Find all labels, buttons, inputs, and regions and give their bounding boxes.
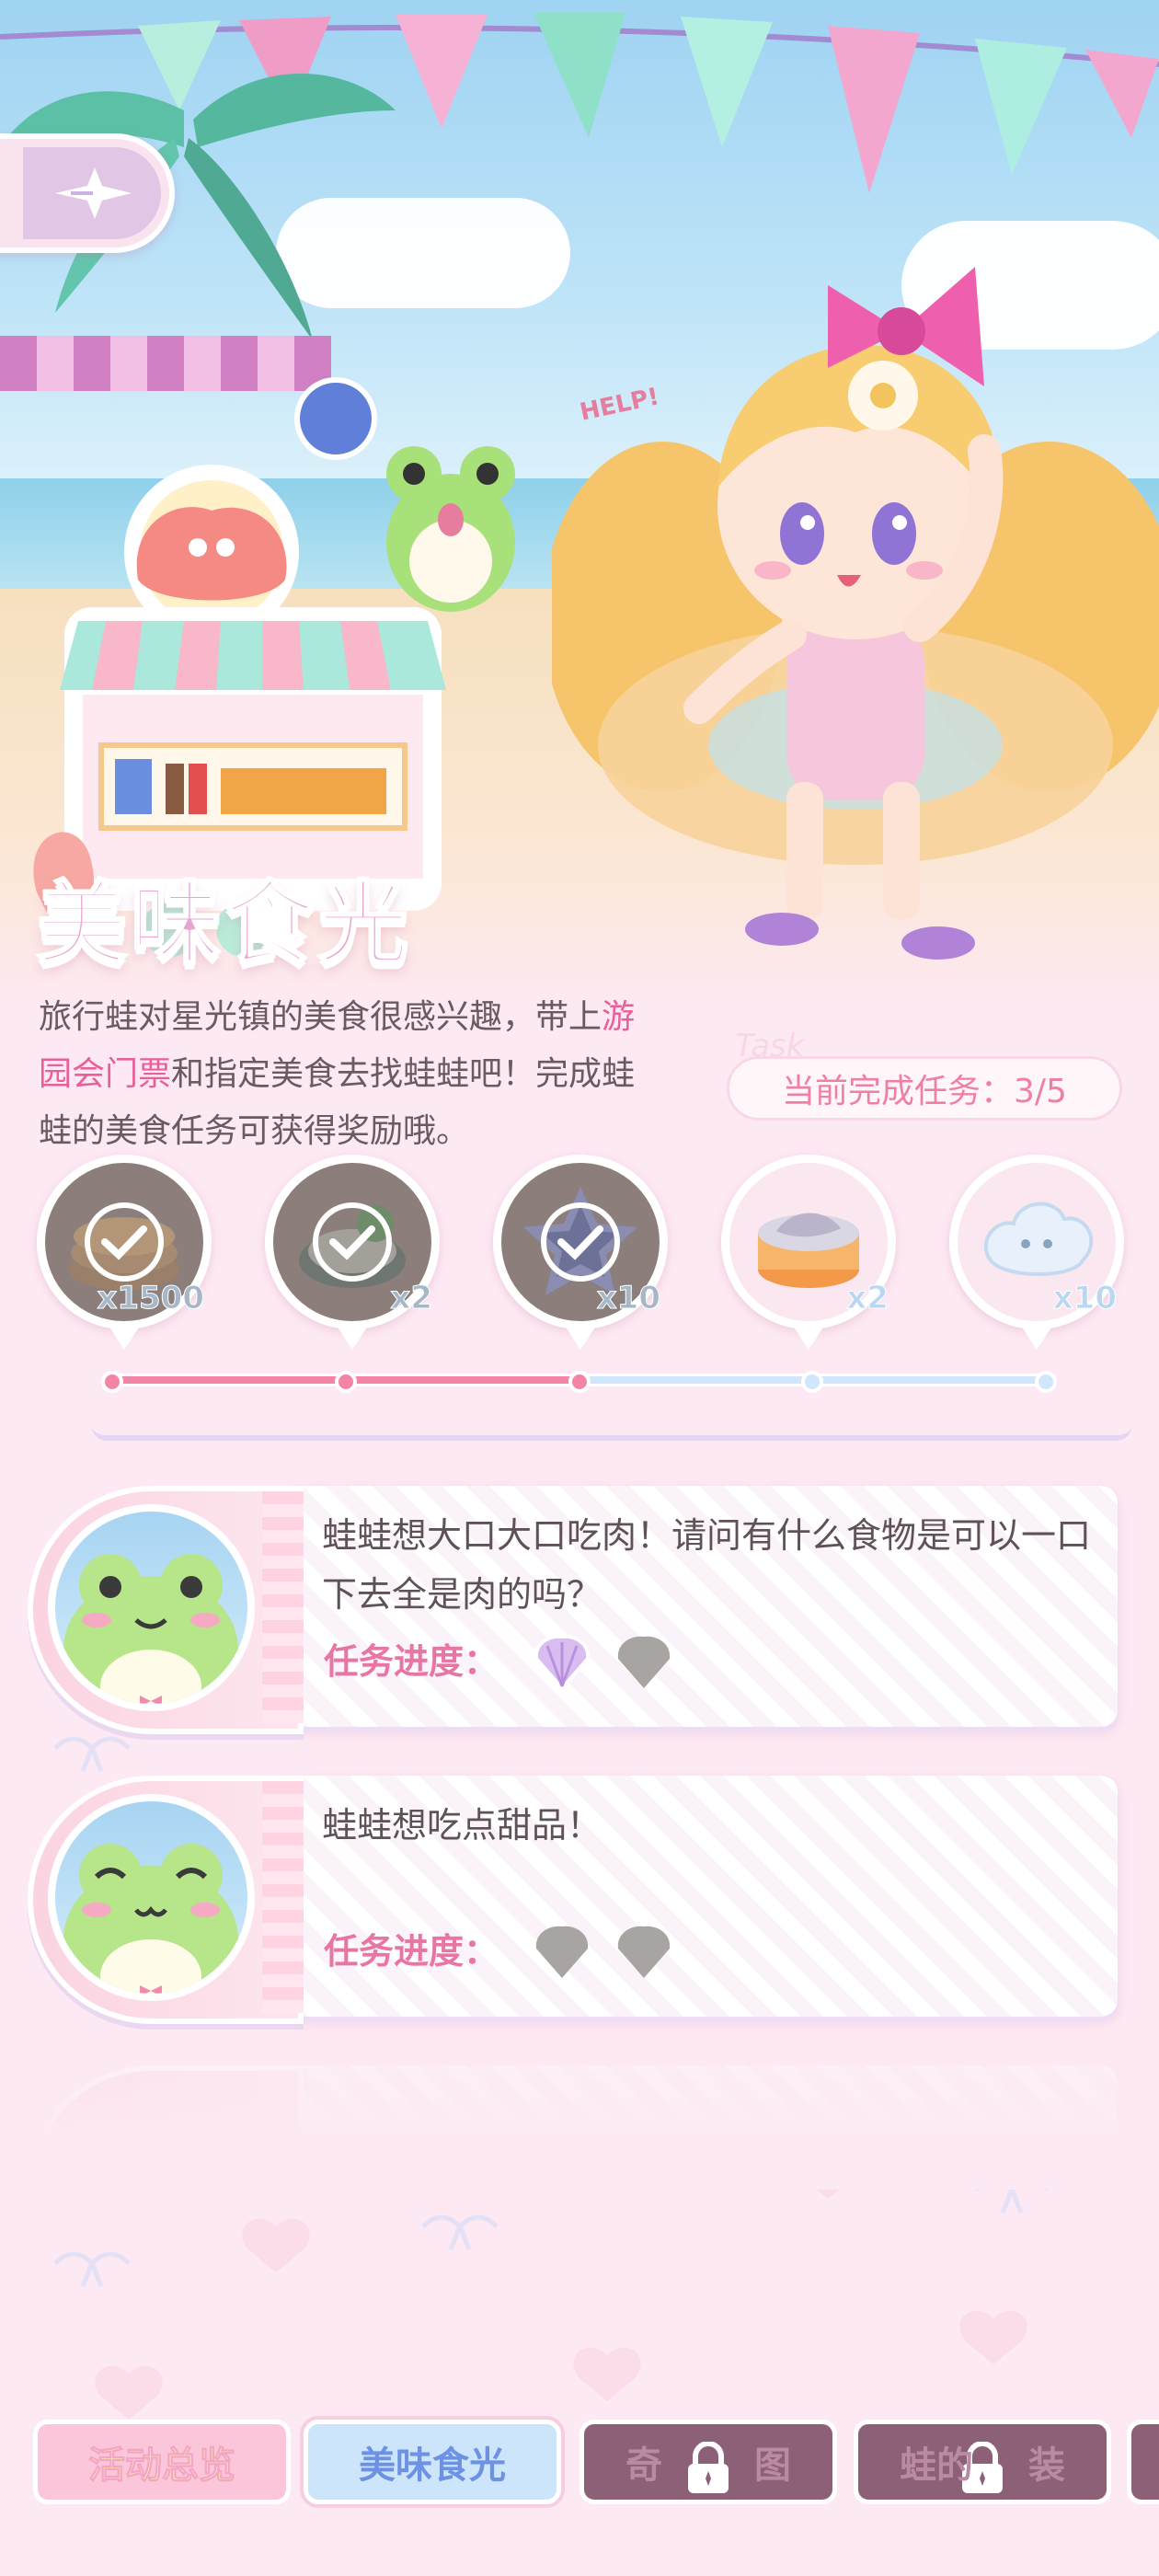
tab-overview[interactable]: 活动总览 bbox=[33, 2420, 291, 2504]
shell-empty-icon bbox=[535, 1926, 589, 1978]
back-button[interactable] bbox=[0, 133, 175, 253]
progress-node bbox=[801, 1371, 824, 1393]
mission-card[interactable]: 蛙蛙想吃点甜品！ 任务进度： bbox=[28, 1776, 1127, 2024]
reward-cloud-puff[interactable]: x10 bbox=[949, 1155, 1124, 1350]
reward-qty: x2 bbox=[390, 1280, 433, 1317]
tab-label-head: 奇 bbox=[625, 2444, 662, 2487]
mission-progress-label: 任务进度： bbox=[324, 1931, 499, 1972]
task-ghost-text: Task bbox=[735, 1028, 805, 1064]
tab-label-tail: 图 bbox=[754, 2444, 791, 2487]
tab-label-tail: 装 bbox=[1028, 2444, 1065, 2487]
bottom-tab-bar: 活动总览 美味食光 奇图 蛙的装 bbox=[0, 2420, 1159, 2530]
frog-face-icon bbox=[63, 1844, 238, 1994]
mission-progress-label: 任务进度： bbox=[324, 1641, 499, 1682]
tab-label: 活动总览 bbox=[88, 2444, 236, 2488]
mission-stripe bbox=[262, 1781, 304, 2013]
stall-roof bbox=[0, 336, 331, 391]
mission-stripe bbox=[262, 1491, 304, 1723]
shell-empty-icon bbox=[617, 1636, 671, 1688]
mission-card[interactable]: 蛙蛙想大口大口吃肉！请问有什么食物是可以一口下去全是肉的吗？ 任务进度： bbox=[28, 1486, 1127, 1734]
tab-locked-3[interactable]: 奇图 bbox=[580, 2420, 837, 2504]
mission-text: 蛙蛙想大口大口吃肉！请问有什么食物是可以一口下去全是肉的吗？ bbox=[322, 1515, 1092, 1615]
tab-label: 蛙的 装 bbox=[900, 2435, 1065, 2489]
progress-node bbox=[101, 1371, 123, 1393]
progress-node bbox=[334, 1371, 357, 1393]
claimed-check-icon bbox=[313, 1202, 392, 1282]
hero-scene: HELP! 美味食光 bbox=[0, 0, 1159, 1012]
reward-canned-food[interactable]: x2 bbox=[721, 1155, 896, 1350]
frog-avatar bbox=[48, 1794, 255, 2001]
description-text: 旅行蛙对星光镇的美食很感兴趣，带上 bbox=[39, 998, 602, 1036]
star-arrow-icon bbox=[55, 167, 132, 219]
event-title-art: 美味食光 bbox=[35, 871, 413, 979]
girl-character bbox=[552, 267, 1159, 960]
planet-sign bbox=[294, 377, 377, 460]
reward-coins[interactable]: x1500 bbox=[37, 1155, 212, 1350]
tab-label: 美味食光 bbox=[359, 2444, 506, 2487]
progress-node bbox=[568, 1371, 591, 1393]
reward-qty: x1500 bbox=[97, 1280, 205, 1317]
task-status-text: 当前完成任务：3/5 bbox=[782, 1073, 1067, 1110]
claimed-check-icon bbox=[85, 1202, 164, 1282]
shell-empty-icon bbox=[617, 1926, 671, 1978]
tab-label: 奇图 bbox=[625, 2435, 791, 2489]
frog-face-icon bbox=[63, 1554, 238, 1704]
shell-filled-icon bbox=[534, 1634, 591, 1690]
task-status-badge: Task 当前完成任务：3/5 bbox=[727, 1028, 1122, 1121]
event-description: 旅行蛙对星光镇的美食很感兴趣，带上游园会门票和指定美食去找蛙蛙吧！完成蛙蛙的美食… bbox=[39, 989, 664, 1160]
tab-label-head: 蛙的 bbox=[900, 2444, 973, 2487]
reward-qty: x2 bbox=[846, 1280, 889, 1317]
frog-avatar bbox=[48, 1504, 255, 1711]
tab-tasty-time[interactable]: 美味食光 bbox=[304, 2420, 561, 2504]
claimed-check-icon bbox=[541, 1202, 620, 1282]
tab-locked-4[interactable]: 蛙的 装 bbox=[854, 2420, 1111, 2504]
tab-more[interactable] bbox=[1127, 2420, 1159, 2504]
mission-text: 蛙蛙想吃点甜品！ bbox=[322, 1805, 602, 1846]
progress-node bbox=[1035, 1371, 1057, 1393]
section-divider bbox=[92, 1426, 1131, 1441]
reward-qty: x10 bbox=[1052, 1280, 1117, 1317]
reward-qty: x10 bbox=[596, 1280, 660, 1317]
reward-dumplings[interactable]: x2 bbox=[265, 1155, 440, 1350]
reward-star-gem[interactable]: x10 bbox=[493, 1155, 668, 1350]
list-fade bbox=[0, 2061, 1159, 2190]
